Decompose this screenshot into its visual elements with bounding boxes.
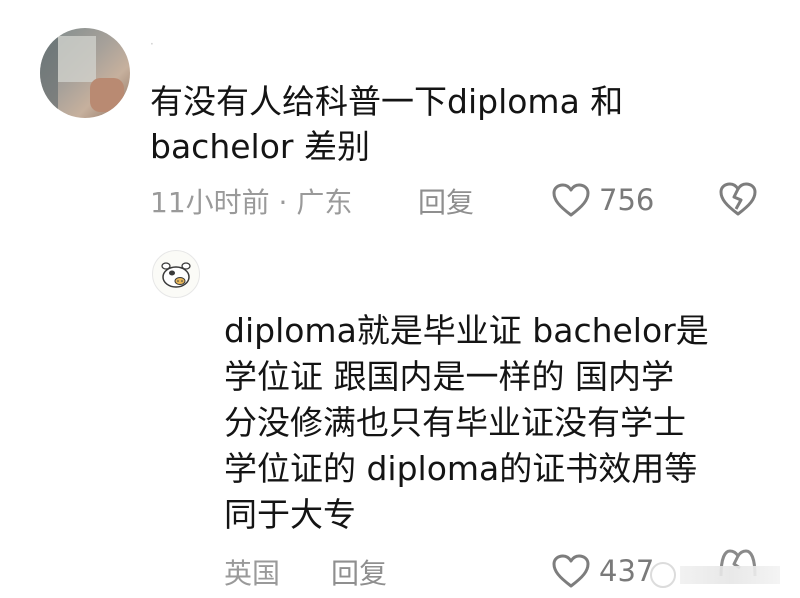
like-count: 437 bbox=[599, 554, 655, 588]
like-count: 756 bbox=[599, 183, 655, 217]
broken-heart-icon bbox=[718, 182, 758, 221]
avatar[interactable] bbox=[40, 28, 130, 118]
watermark bbox=[650, 561, 790, 589]
username[interactable]: · bbox=[150, 37, 154, 51]
like-button[interactable]: 437 bbox=[551, 553, 654, 589]
avatar-photo-part bbox=[40, 28, 58, 118]
dislike-button[interactable] bbox=[718, 181, 758, 221]
reply-button[interactable]: 回复 bbox=[331, 552, 387, 592]
comment-time-location: 11小时前 · 广东 bbox=[150, 186, 353, 219]
watermark-text-blur bbox=[680, 566, 780, 584]
reply-button[interactable]: 回复 bbox=[418, 181, 474, 221]
reply-location: 英国 bbox=[224, 557, 281, 590]
like-button[interactable]: 756 bbox=[551, 182, 654, 218]
reply-text: diploma就是毕业证 bachelor是 学位证 跟国内是一样的 国内学 分… bbox=[224, 311, 709, 534]
avatar[interactable] bbox=[152, 250, 200, 298]
avatar-photo-part bbox=[90, 78, 124, 112]
comment-text: 有没有人给科普一下diploma 和 bachelor 差别 bbox=[150, 82, 624, 166]
cow-cartoon-avatar-icon bbox=[161, 262, 191, 288]
heart-outline-icon bbox=[551, 182, 591, 218]
watermark-logo-icon bbox=[650, 562, 676, 588]
heart-outline-icon bbox=[551, 553, 591, 589]
avatar-photo-part bbox=[58, 36, 96, 82]
